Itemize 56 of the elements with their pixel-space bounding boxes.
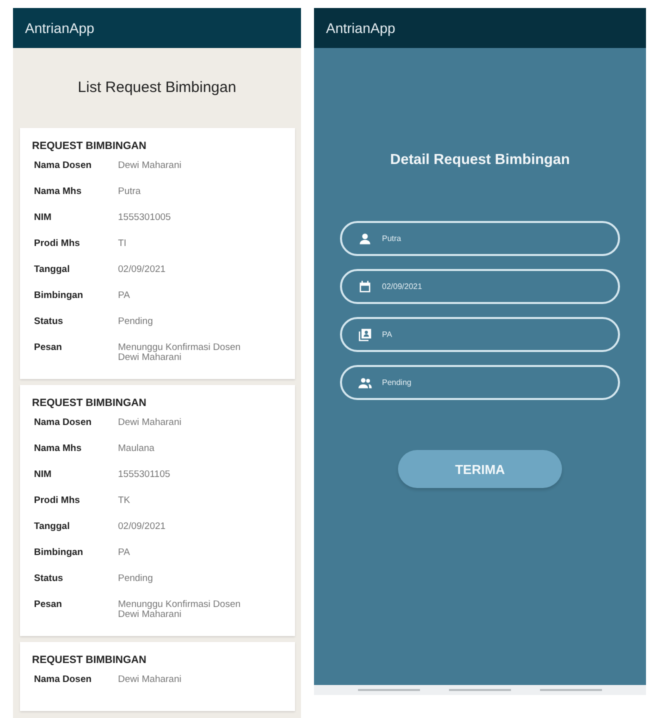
- field-label: Tanggal: [34, 265, 71, 277]
- field-label: NIM: [34, 213, 52, 225]
- field-value: 1555301105: [118, 470, 172, 482]
- field-label: Prodi Mhs: [34, 496, 81, 508]
- field-value: TI: [118, 239, 128, 251]
- calendar-icon: [358, 280, 372, 294]
- field-label: Pesan: [34, 600, 63, 612]
- card-title: REQUEST BIMBINGAN: [32, 654, 148, 666]
- field-value: Pending: [118, 574, 154, 586]
- field-label: Nama Dosen: [34, 161, 93, 173]
- field-label: Bimbingan: [34, 548, 84, 560]
- people-icon: [358, 376, 372, 390]
- field-value: 1555301005: [118, 213, 172, 225]
- field-label: Nama Mhs: [34, 187, 83, 199]
- field-value: Maulana: [118, 444, 156, 456]
- app-title: AntrianApp: [326, 20, 396, 36]
- field-label: Nama Dosen: [34, 418, 93, 430]
- input-field[interactable]: 02/09/2021: [340, 269, 620, 304]
- contact-card-icon: [358, 328, 372, 342]
- field-value: 02/09/2021: [118, 522, 167, 534]
- input-field[interactable]: PA: [340, 317, 620, 352]
- field-label: Nama Mhs: [34, 444, 83, 456]
- field-value: PA: [118, 291, 131, 303]
- field-label: Nama Dosen: [34, 675, 93, 687]
- nav-handle-icon[interactable]: [448, 689, 511, 691]
- field-value: Pending: [118, 317, 154, 329]
- field-value: Dewi Maharani: [118, 418, 182, 430]
- request-card[interactable]: REQUEST BIMBINGAN Nama Dosen Dewi Maharani Nama Mhs Maulana NIM 1555301105 Prodi Mhs TK Tanggal 02/09/2021 Bimbingan PA Status Pending Pesan Menunggu Konfirmasi Dosen Dewi Maharani: [20, 385, 295, 636]
- field-label: Prodi Mhs: [34, 239, 81, 251]
- field-label: Pesan: [34, 343, 63, 355]
- input-field[interactable]: Pending: [340, 365, 620, 400]
- app-title: AntrianApp: [25, 20, 94, 36]
- field-label: Status: [34, 317, 64, 329]
- card-title: REQUEST BIMBINGAN: [32, 397, 148, 409]
- page-heading: List Request Bimbingan: [78, 78, 236, 96]
- field-value: TK: [118, 496, 132, 508]
- page-heading: Detail Request Bimbingan: [390, 152, 570, 168]
- field-value: Dewi Maharani: [118, 161, 182, 173]
- field-label: Tanggal: [34, 522, 71, 534]
- field-value: Putra: [118, 187, 142, 199]
- field-value: 02/09/2021: [118, 265, 167, 277]
- field-value: Menunggu Konfirmasi Dosen Dewi Maharani: [118, 600, 242, 622]
- input-field[interactable]: Putra: [340, 221, 620, 256]
- card-title: REQUEST BIMBINGAN: [32, 140, 148, 152]
- field-label: Status: [34, 574, 64, 586]
- nav-handle-icon[interactable]: [358, 689, 420, 691]
- field-value: Dewi Maharani: [118, 675, 182, 687]
- accept-button[interactable]: TERIMA: [398, 450, 562, 488]
- field-label: NIM: [34, 470, 52, 482]
- field-value: Menunggu Konfirmasi Dosen Dewi Maharani: [118, 343, 242, 366]
- nav-handle-icon[interactable]: [540, 689, 602, 691]
- request-card[interactable]: REQUEST BIMBINGAN Nama Dosen Dewi Maharani Nama Mhs Putra NIM 1555301005 Prodi Mhs TI Tanggal 02/09/2021 Bimbingan PA Status Pending Pesan Menunggu Konfirmasi Dosen Dewi Maharani: [20, 128, 295, 379]
- field-label: Bimbingan: [34, 291, 84, 303]
- field-value: PA: [118, 548, 131, 560]
- request-card[interactable]: REQUEST BIMBINGAN Nama Dosen Dewi Maharani: [20, 642, 295, 711]
- person-icon: [358, 232, 372, 246]
